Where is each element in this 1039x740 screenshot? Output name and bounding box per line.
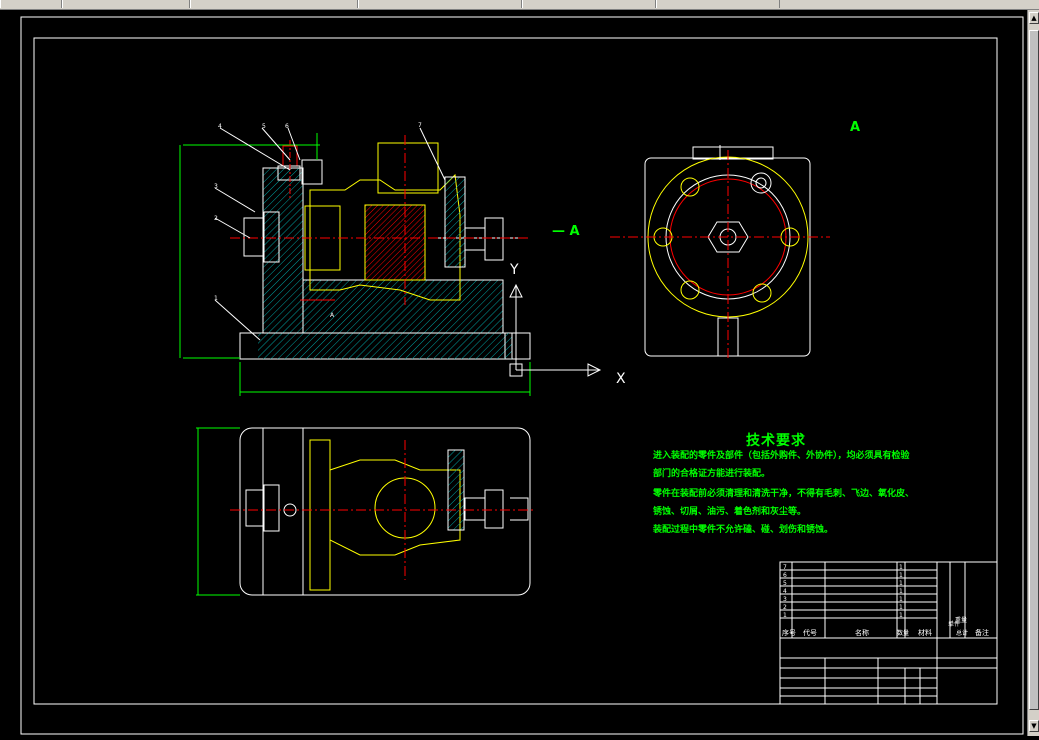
tb-cell: 5 <box>783 580 787 587</box>
toolbar-segment[interactable] <box>62 0 190 8</box>
toolbar-segment[interactable] <box>522 0 656 8</box>
drawing-canvas[interactable]: 4 5 6 7 3 2 1 A 序号 代号 名称 数量 材料 单件 总计 备注 … <box>0 10 1027 736</box>
tb-cell: 1 <box>899 612 903 619</box>
tb-header: 代号 <box>803 628 817 637</box>
cad-drawing[interactable]: 4 5 6 7 3 2 1 A 序号 代号 名称 数量 材料 单件 总计 备注 … <box>0 10 1027 736</box>
tb-header: 序号 <box>782 628 796 637</box>
top-boss <box>377 142 439 194</box>
tb-cell: 1 <box>899 604 903 611</box>
axis-y-label: Y <box>510 262 519 278</box>
front-view: 4 5 6 7 3 2 1 A <box>179 122 531 396</box>
scroll-down-icon[interactable]: ▼ <box>1029 720 1039 732</box>
part-number: 6 <box>285 123 289 130</box>
tech-requirements-title: 技术要求 <box>746 433 806 449</box>
tb-cell: 7 <box>783 564 787 571</box>
tb-cell: 4 <box>783 588 787 595</box>
tb-header: 材料 <box>918 628 932 637</box>
base-hatch <box>258 333 512 359</box>
tb-cell: 1 <box>783 612 787 619</box>
tb-cell: 1 <box>899 564 903 571</box>
toolbar-segment[interactable] <box>0 0 62 8</box>
tech-requirement-line: 部门的合格证方能进行装配。 <box>653 469 771 479</box>
left-nut <box>243 217 265 257</box>
top-outline <box>239 427 531 596</box>
vertical-support <box>262 167 304 334</box>
axis-x-label: X <box>616 371 626 387</box>
toolbar-segment[interactable] <box>190 0 358 8</box>
ucs-icon <box>509 283 602 377</box>
title-block: 序号 代号 名称 数量 材料 单件 总计 备注 重量 7 6 5 4 3 2 1… <box>779 561 998 705</box>
part-number: 1 <box>214 295 218 302</box>
view-label: A <box>850 120 861 135</box>
tb-cell: 2 <box>783 604 787 611</box>
tb-weight-label: 重量 <box>955 616 967 624</box>
part-number: 3 <box>214 183 218 190</box>
tb-cell: 1 <box>899 580 903 587</box>
window-toolbar <box>0 0 1039 10</box>
tb-cell: 3 <box>783 596 787 603</box>
tech-requirement-line: 装配过程中零件不允许磕、碰、划伤和锈蚀。 <box>653 525 834 535</box>
tech-requirement-line: 进入装配的零件及部件（包括外购件、外协件），均必须具有检验 <box>653 451 910 461</box>
tb-header: 数量 <box>897 629 909 637</box>
scroll-up-icon[interactable]: ▲ <box>1029 12 1039 24</box>
top-body <box>329 459 461 556</box>
part-number: 5 <box>262 123 266 130</box>
scroll-thumb[interactable] <box>1029 30 1039 710</box>
toolbar-segment[interactable] <box>358 0 522 8</box>
section-label: — A <box>552 224 580 239</box>
side-view <box>610 145 830 360</box>
part-number: 2 <box>214 215 218 222</box>
top-view <box>196 427 535 596</box>
tb-cell: 1 <box>899 596 903 603</box>
tb-cell: 1 <box>899 588 903 595</box>
tb-header: 备注 <box>975 628 989 637</box>
tb-cell: 6 <box>783 572 787 579</box>
bracket-hatch <box>302 279 504 334</box>
section-letter: A <box>569 224 580 239</box>
vertical-scrollbar[interactable]: ▲ ▼ <box>1027 10 1039 736</box>
part-number: 4 <box>218 123 222 130</box>
tb-cell: 1 <box>899 572 903 579</box>
workpiece-hatch <box>364 204 426 281</box>
tb-header: 总计 <box>956 629 968 637</box>
tech-requirement-line: 零件在装配前必须清理和清洗干净，不得有毛刺、飞边、氧化皮、 <box>653 489 915 499</box>
right-nut <box>484 217 504 261</box>
side-clamp <box>444 176 466 268</box>
tech-requirement-line: 锈蚀、切屑、油污、着色剂和灰尘等。 <box>653 507 807 517</box>
toolbar-segment[interactable] <box>656 0 780 8</box>
tb-header: 名称 <box>855 628 869 637</box>
part-number: 7 <box>418 122 422 129</box>
inner-frame <box>33 37 998 705</box>
